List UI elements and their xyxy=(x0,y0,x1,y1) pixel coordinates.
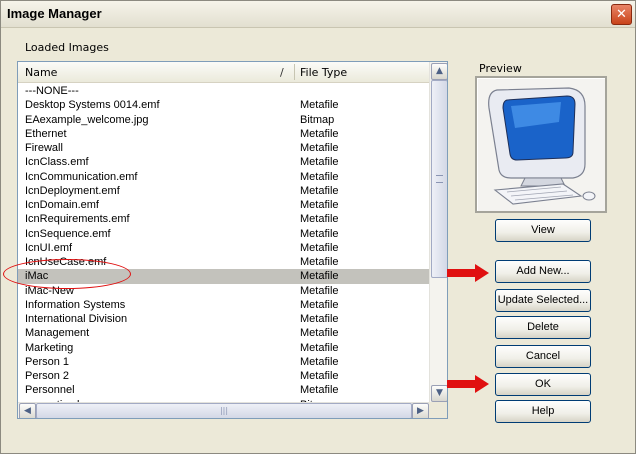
image-manager-dialog: Image Manager ✕ Loaded Images Name / Fil… xyxy=(0,0,636,454)
list-item[interactable]: Firewall Metafile xyxy=(18,141,429,155)
image-name: IcnRequirements.emf xyxy=(25,213,130,226)
highlight-circle xyxy=(3,259,131,289)
column-header-name[interactable]: Name xyxy=(25,66,57,79)
list-item[interactable]: Ethernet Metafile xyxy=(18,127,429,141)
image-name: ---NONE--- xyxy=(25,85,79,97)
file-type: Metafile xyxy=(300,313,339,325)
list-item[interactable]: IcnDeployment.emf Metafile xyxy=(18,184,429,198)
file-type: Metafile xyxy=(300,184,339,197)
file-type: Metafile xyxy=(300,370,339,382)
file-type: Metafile xyxy=(300,384,339,397)
vertical-scrollbar[interactable]: ▲ ▼ xyxy=(429,62,447,402)
list-item[interactable]: IcnClass.emf Metafile xyxy=(18,155,429,169)
file-type: Metafile xyxy=(300,199,339,211)
arrow-right-icon xyxy=(447,264,489,282)
list-item[interactable]: IcnSequence.emf Metafile xyxy=(18,227,429,241)
list-item[interactable]: Information Systems Metafile xyxy=(18,298,429,312)
loaded-images-label: Loaded Images xyxy=(25,41,109,54)
list-item[interactable]: Management Metafile xyxy=(18,326,429,340)
file-type: Metafile xyxy=(300,298,339,311)
file-type: Metafile xyxy=(300,327,339,340)
scroll-left-icon[interactable]: ◀ xyxy=(19,403,36,418)
file-type: Metafile xyxy=(300,270,339,283)
scroll-grip-icon xyxy=(436,175,443,183)
arrow-right-icon xyxy=(447,375,489,393)
horizontal-scroll-thumb[interactable]: ||| xyxy=(36,403,412,418)
file-type: Metafile xyxy=(300,241,339,254)
image-name: Firewall xyxy=(25,142,63,154)
image-name: International Division xyxy=(25,313,128,325)
scroll-up-icon[interactable]: ▲ xyxy=(431,63,447,80)
list-item[interactable]: IcnRequirements.emf Metafile xyxy=(18,212,429,226)
title-bar[interactable]: Image Manager ✕ xyxy=(1,1,635,28)
cancel-button[interactable]: Cancel xyxy=(495,345,591,368)
file-type: Metafile xyxy=(300,355,339,368)
image-name: IcnDeployment.emf xyxy=(25,184,120,197)
image-name: IcnDomain.emf xyxy=(25,199,99,211)
image-name: Personnel xyxy=(25,384,75,397)
delete-button[interactable]: Delete xyxy=(495,316,591,339)
list-item[interactable]: ---NONE--- xyxy=(18,84,429,98)
list-item[interactable]: Desktop Systems 0014.emf Metafile xyxy=(18,98,429,112)
file-type: Metafile xyxy=(300,127,339,140)
list-item[interactable]: IcnCommunication.emf Metafile xyxy=(18,170,429,184)
image-name: IcnClass.emf xyxy=(25,156,89,169)
list-item[interactable]: EAexample_welcome.jpg Bitmap xyxy=(18,113,429,127)
view-button[interactable]: View xyxy=(495,219,591,242)
file-type: Bitmap xyxy=(300,113,335,126)
column-header-file-type[interactable]: File Type xyxy=(300,66,347,79)
image-name: Person 2 xyxy=(25,370,70,382)
file-type: Metafile xyxy=(300,170,339,183)
list-item[interactable]: Person 1 Metafile xyxy=(18,355,429,369)
image-name: Ethernet xyxy=(25,127,67,140)
window-title: Image Manager xyxy=(7,6,102,21)
file-type: Metafile xyxy=(300,213,339,226)
image-name: Person 1 xyxy=(25,355,70,368)
image-name: Desktop Systems 0014.emf xyxy=(25,99,160,112)
file-type: Metafile xyxy=(300,227,339,240)
list-item[interactable]: IcnDomain.emf Metafile xyxy=(18,198,429,212)
image-name: IcnSequence.emf xyxy=(25,227,111,240)
file-type: Metafile xyxy=(300,99,339,112)
vertical-scroll-thumb[interactable] xyxy=(431,80,447,278)
image-name: EAexample_welcome.jpg xyxy=(25,113,149,126)
list-item[interactable]: Personnel Metafile xyxy=(18,383,429,397)
image-name: Information Systems xyxy=(25,298,126,311)
image-name: IcnCommunication.emf xyxy=(25,170,138,183)
preview-pane xyxy=(475,76,607,213)
list-item[interactable]: Marketing Metafile xyxy=(18,341,429,355)
close-button[interactable]: ✕ xyxy=(611,4,632,25)
preview-label: Preview xyxy=(479,62,522,75)
list-item[interactable]: International Division Metafile xyxy=(18,312,429,326)
horizontal-scrollbar[interactable]: ◀ ||| ▶ xyxy=(18,402,429,418)
list-rows: ---NONE--- Desktop Systems 0014.emf Metafi… xyxy=(18,84,429,412)
file-type: Metafile xyxy=(300,341,339,354)
scroll-down-icon[interactable]: ▼ xyxy=(431,385,447,402)
imac-preview-image xyxy=(488,87,596,205)
file-type: Metafile xyxy=(300,156,339,169)
images-list[interactable]: Name / File Type ---NONE--- Desktop Syste… xyxy=(17,61,448,419)
list-item[interactable]: Person 2 Metafile xyxy=(18,369,429,383)
help-button[interactable]: Help xyxy=(495,400,591,423)
file-type: Metafile xyxy=(300,142,339,154)
image-name: Management xyxy=(25,327,90,340)
ok-button[interactable]: OK xyxy=(495,373,591,396)
sort-indicator-icon: / xyxy=(280,66,284,79)
file-type: Metafile xyxy=(300,284,339,297)
file-type: Metafile xyxy=(300,256,339,268)
image-name: IcnUI.emf xyxy=(25,241,73,254)
scroll-right-icon[interactable]: ▶ xyxy=(412,403,429,418)
list-header: Name / File Type xyxy=(18,62,429,83)
list-item[interactable]: IcnUI.emf Metafile xyxy=(18,241,429,255)
image-name: Marketing xyxy=(25,341,74,354)
column-divider[interactable] xyxy=(294,64,295,80)
add-new-button[interactable]: Add New... xyxy=(495,260,591,283)
update-selected-button[interactable]: Update Selected... xyxy=(495,289,591,312)
scrollbar-corner xyxy=(429,402,447,418)
